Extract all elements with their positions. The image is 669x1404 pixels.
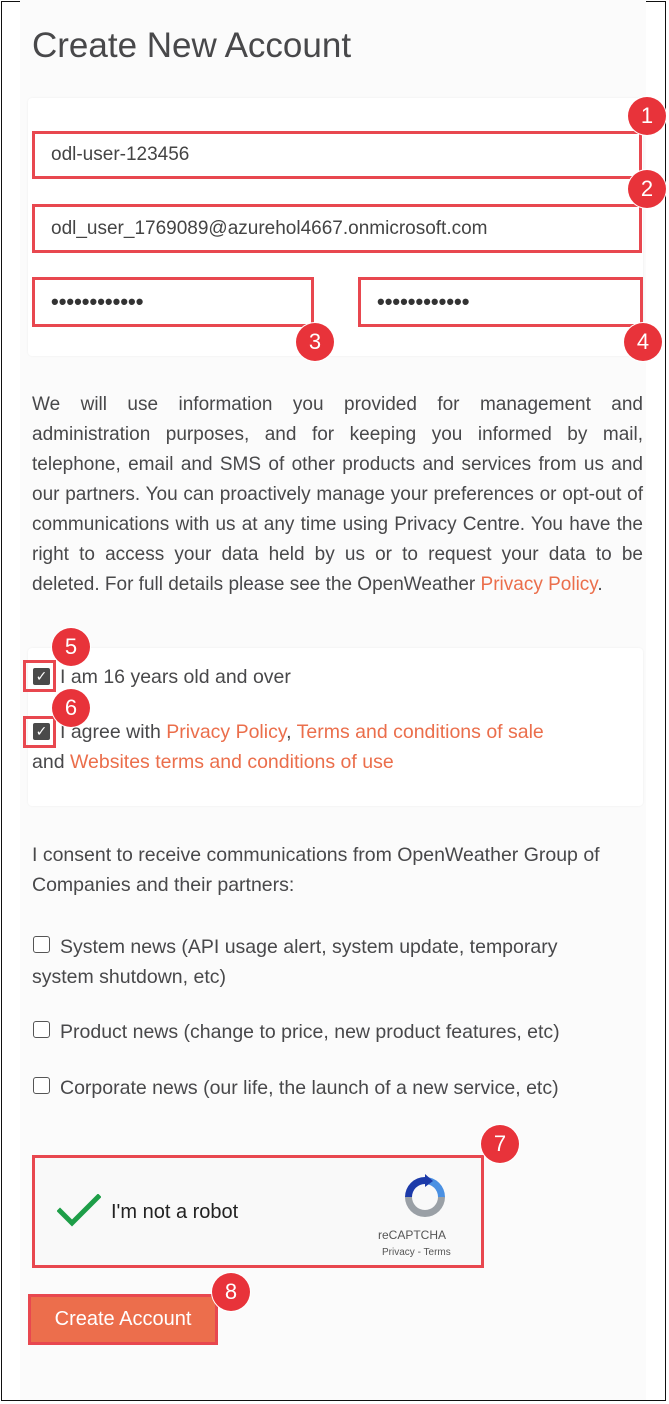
privacy-policy-link[interactable]: Privacy Policy: [481, 574, 598, 595]
terms-of-sale-link[interactable]: Terms and conditions of sale: [297, 721, 544, 743]
corporate-news-label: Corporate news (our life, the launch of …: [60, 1077, 559, 1099]
privacy-notice: We will use information you provided for…: [32, 390, 643, 600]
recaptcha-terms-link[interactable]: Terms: [424, 1247, 451, 1258]
password-repeat-field[interactable]: ••••••••••••: [358, 277, 643, 327]
step-marker-1: 1: [628, 97, 666, 135]
password-repeat-value: ••••••••••••: [377, 289, 470, 314]
step-marker-6: 6: [52, 689, 90, 727]
step-marker-7: 7: [481, 1125, 519, 1163]
agree-sep2: and: [32, 751, 70, 773]
age-checkbox-highlight: [23, 660, 56, 692]
email-value: odl_user_1769089@azurehol4667.onmicrosof…: [51, 217, 488, 239]
recaptcha-links: Privacy - Terms: [382, 1247, 451, 1258]
recaptcha-widget: I'm not a robot reCAPTCHA Privacy - Term…: [32, 1155, 484, 1268]
product-news-label: Product news (change to price, new produ…: [60, 1021, 560, 1043]
website-terms-link[interactable]: Websites terms and conditions of use: [70, 751, 394, 773]
password-field[interactable]: ••••••••••••: [32, 277, 314, 327]
step-marker-3: 3: [296, 323, 334, 361]
agree-checkbox-label: I agree with Privacy Policy, Terms and c…: [32, 717, 562, 777]
page-title: Create New Account: [32, 26, 352, 65]
agree-sep1: ,: [286, 721, 297, 743]
password-value: ••••••••••••: [51, 289, 144, 314]
checkmark-icon[interactable]: [57, 1194, 101, 1228]
privacy-notice-text: We will use information you provided for…: [32, 394, 643, 595]
privacy-notice-end: .: [597, 574, 603, 595]
email-field[interactable]: odl_user_1769089@azurehol4667.onmicrosof…: [32, 204, 642, 253]
recaptcha-sep: -: [414, 1247, 424, 1258]
step-marker-2: 2: [628, 170, 666, 208]
recaptcha-brand: reCAPTCHA: [378, 1228, 447, 1242]
agree-privacy-policy-link[interactable]: Privacy Policy: [166, 721, 286, 743]
recaptcha-privacy-link[interactable]: Privacy: [382, 1247, 415, 1258]
step-marker-5: 5: [52, 628, 90, 666]
step-marker-8: 8: [212, 1273, 250, 1311]
step-marker-4: 4: [624, 323, 662, 361]
username-field[interactable]: odl-user-123456: [32, 131, 642, 179]
system-news-label: System news (API usage alert, system upd…: [32, 936, 558, 988]
create-account-button[interactable]: Create Account: [28, 1294, 218, 1345]
recaptcha-logo-icon: [405, 1174, 445, 1217]
username-value: odl-user-123456: [51, 144, 190, 165]
recaptcha-label: I'm not a robot: [111, 1201, 239, 1223]
age-checkbox-label: I am 16 years old and over: [60, 666, 291, 688]
consent-intro: I consent to receive communications from…: [32, 844, 600, 896]
